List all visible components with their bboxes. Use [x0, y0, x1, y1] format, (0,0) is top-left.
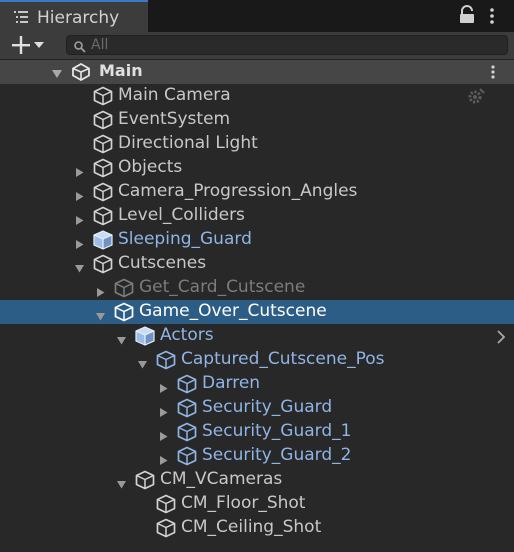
tree-row-level-colliders[interactable]: Level_Colliders — [0, 204, 514, 228]
tree-row-label: Level_Colliders — [118, 205, 245, 225]
gameobject-cube-icon — [176, 422, 198, 446]
tree-row-cm-floor-shot[interactable]: CM_Floor_Shot — [0, 492, 514, 516]
tree-row-label: Game_Over_Cutscene — [139, 301, 327, 321]
prefab-cube-icon — [134, 326, 156, 350]
add-object-button[interactable] — [6, 34, 50, 56]
tree-row-label: Directional Light — [118, 133, 258, 153]
search-icon — [73, 39, 87, 58]
tree-row-security-guard[interactable]: Security_Guard — [0, 396, 514, 420]
gameobject-cube-icon — [113, 278, 135, 302]
kebab-menu-icon[interactable] — [487, 6, 497, 26]
tree-row-camera-progression-angles[interactable]: Camera_Progression_Angles — [0, 180, 514, 204]
gameobject-cube-icon — [155, 350, 177, 374]
tab-title: Hierarchy — [37, 8, 120, 28]
chevron-right-icon[interactable] — [496, 329, 506, 348]
tree-row-directional-light[interactable]: Directional Light — [0, 132, 514, 156]
tree-row-label: Captured_Cutscene_Pos — [181, 349, 385, 369]
tree-row-label: Get_Card_Cutscene — [139, 277, 306, 297]
prefab-cube-icon — [92, 230, 114, 254]
gear-icon — [466, 87, 486, 109]
tree-row-sleeping-guard[interactable]: Sleeping_Guard — [0, 228, 514, 252]
tree-row-main-camera[interactable]: Main Camera — [0, 84, 514, 108]
tab-hierarchy[interactable]: Hierarchy — [0, 0, 148, 32]
gameobject-cube-icon — [92, 206, 114, 230]
search-input[interactable] — [91, 36, 491, 54]
tree-row-objects[interactable]: Objects — [0, 156, 514, 180]
tree-row-security-guard-1[interactable]: Security_Guard_1 — [0, 420, 514, 444]
tab-bar: Hierarchy — [0, 0, 514, 32]
scene-header[interactable]: Main — [0, 60, 514, 84]
tree-row-cm-vcameras[interactable]: CM_VCameras — [0, 468, 514, 492]
tree-row-label: Security_Guard_2 — [202, 445, 352, 465]
tree-row-label: Camera_Progression_Angles — [118, 181, 358, 201]
tree-row-label: CM_Ceiling_Shot — [181, 517, 322, 537]
gameobject-cube-icon — [92, 86, 114, 110]
tree-row-cutscenes[interactable]: Cutscenes — [0, 252, 514, 276]
gameobject-cube-icon — [155, 518, 177, 542]
scene-menu-icon[interactable] — [490, 64, 496, 84]
tree-row-security-guard-2[interactable]: Security_Guard_2 — [0, 444, 514, 468]
scene-name: Main — [99, 61, 143, 80]
tree-row-label: EventSystem — [118, 109, 231, 129]
tree-row-label: Sleeping_Guard — [118, 229, 252, 249]
tree-row-game-over-cutscene[interactable]: Game_Over_Cutscene — [0, 300, 514, 324]
tree-row-label: Actors — [160, 325, 214, 345]
tree-row-label: Security_Guard — [202, 397, 333, 417]
unity-logo-icon — [71, 62, 91, 85]
gameobject-cube-icon — [134, 470, 156, 494]
search-field[interactable] — [66, 35, 508, 55]
list-icon — [13, 9, 29, 28]
gameobject-cube-icon — [176, 398, 198, 422]
gameobject-cube-icon — [92, 254, 114, 278]
gameobject-cube-icon — [155, 494, 177, 518]
lock-icon[interactable] — [458, 5, 476, 25]
gameobject-cube-icon — [176, 374, 198, 398]
gameobject-cube-icon — [176, 446, 198, 470]
tree-row-label: CM_Floor_Shot — [181, 493, 306, 513]
tree-row-label: Security_Guard_1 — [202, 421, 352, 441]
tree-row-actors[interactable]: Actors — [0, 324, 514, 348]
gameobject-cube-icon — [92, 158, 114, 182]
tree-row-captured-cutscene-pos[interactable]: Captured_Cutscene_Pos — [0, 348, 514, 372]
tree-row-get-card-cutscene[interactable]: Get_Card_Cutscene — [0, 276, 514, 300]
tree-row-label: Cutscenes — [118, 253, 207, 273]
tree-row-darren[interactable]: Darren — [0, 372, 514, 396]
tree-row-eventsystem[interactable]: EventSystem — [0, 108, 514, 132]
tree-row-cm-ceiling-shot[interactable]: CM_Ceiling_Shot — [0, 516, 514, 540]
gameobject-cube-icon — [92, 182, 114, 206]
gameobject-cube-icon — [92, 134, 114, 158]
gameobject-cube-icon — [92, 110, 114, 134]
tree-row-label: Objects — [118, 157, 183, 177]
gameobject-cube-icon — [113, 302, 135, 326]
plus-dropdown-icon — [6, 36, 50, 60]
tree-row-label: Main Camera — [118, 85, 231, 105]
hierarchy-toolbar — [0, 32, 514, 60]
tree-row-label: CM_VCameras — [160, 469, 283, 489]
tree-row-label: Darren — [202, 373, 261, 393]
scene-expand-arrow-icon[interactable] — [51, 65, 63, 84]
